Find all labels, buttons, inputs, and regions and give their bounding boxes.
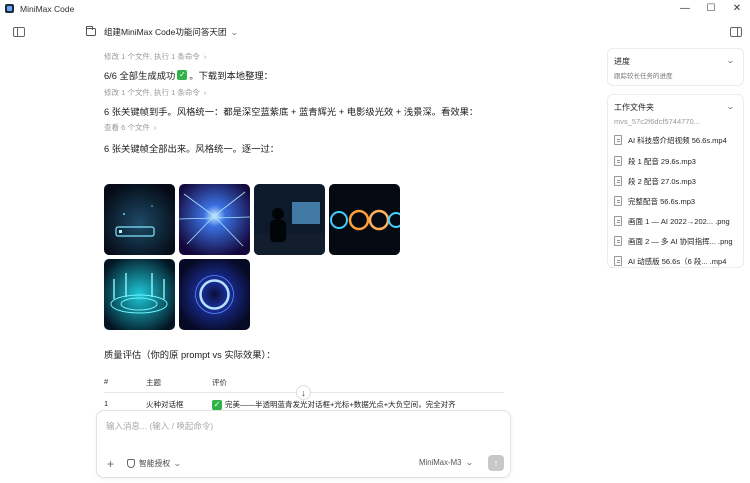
- tool-summary[interactable]: 修改 1 个文件, 执行 1 条命令 ›: [104, 50, 504, 62]
- image-thumbnail[interactable]: [179, 259, 250, 330]
- image-thumbnail[interactable]: [254, 184, 325, 255]
- chevron-down-icon[interactable]: ⌄: [726, 102, 735, 111]
- folder-icon: [86, 26, 96, 36]
- tool-summary[interactable]: 修改 1 个文件, 执行 1 条命令 ›: [104, 86, 504, 98]
- file-item[interactable]: 画面 2 — 多 AI 协同指挥... .png: [614, 233, 739, 249]
- add-attachment-button[interactable]: +: [107, 457, 114, 471]
- file-item[interactable]: 段 2 配音 27.0s.mp3: [614, 173, 739, 189]
- chevron-right-icon: ›: [203, 51, 207, 61]
- column-header: 主题: [146, 378, 161, 387]
- check-mark-icon: ✓: [212, 400, 222, 410]
- arrow-up-icon: ↑: [493, 458, 499, 468]
- title-bar: MiniMax Code — ☐ ✕: [0, 0, 750, 17]
- message-composer[interactable]: 输入消息... (输入 / 唤起命令) + 智能授权 ⌄ MiniMax-M3 …: [96, 410, 511, 478]
- image-thumbnail[interactable]: [104, 259, 175, 330]
- chat-transcript: 修改 1 个文件, 执行 1 条命令 › 6/6 全部生成成功 ✓ 。下载到本地整…: [104, 50, 504, 156]
- file-icon: [614, 256, 622, 266]
- assistant-message: 6/6 全部生成成功 ✓ 。下载到本地整理：: [104, 70, 273, 81]
- window-controls: — ☐ ✕: [672, 0, 750, 17]
- tool-summary[interactable]: 查看 6 个文件 ›: [104, 121, 504, 133]
- model-selector[interactable]: MiniMax-M3 ⌄: [419, 458, 475, 467]
- file-item[interactable]: 段 1 配音 29.6s.mp3: [614, 153, 739, 169]
- panel-subtitle: 跟踪较长任务的进度: [614, 73, 673, 80]
- progress-panel[interactable]: 进度 跟踪较长任务的进度 ⌄: [607, 48, 744, 86]
- maximize-icon[interactable]: ☐: [698, 0, 724, 17]
- file-item[interactable]: AI 动感版 56.6s（6 段... .mp4: [614, 253, 739, 269]
- permission-mode-selector[interactable]: 智能授权 ⌄: [127, 458, 182, 469]
- file-icon: [614, 176, 622, 186]
- shield-icon: [127, 459, 135, 468]
- chevron-right-icon: ›: [153, 122, 157, 132]
- chevron-down-icon[interactable]: ⌄: [726, 56, 735, 65]
- right-panel-toggle-icon[interactable]: [730, 27, 742, 37]
- table-cell: ✓ 完美——半透明蓝青发光对话框+光标+数据光点+大负空间，完全对齐: [212, 400, 456, 410]
- quality-heading: 质量评估（你的原 prompt vs 实际效果）：: [104, 350, 276, 360]
- file-icon: [614, 196, 622, 206]
- workspace-folder-panel: 工作文件夹 ⌄ mvs_57c2f6dcf5744770... AI 科技感介绍…: [607, 94, 744, 268]
- app-title: MiniMax Code: [20, 3, 75, 14]
- file-item[interactable]: 画面 1 — AI 2022→202... .png: [614, 213, 739, 229]
- file-item[interactable]: 完整配音 56.6s.mp3: [614, 193, 739, 209]
- file-item[interactable]: AI 科技感介绍视频 56.6s.mp4: [614, 132, 739, 148]
- file-icon: [614, 236, 622, 246]
- assistant-message: 6 张关键帧全部出来。风格统一。逐一过：: [104, 144, 280, 154]
- chevron-right-icon: ›: [203, 87, 207, 97]
- panel-title: 进度: [614, 57, 630, 66]
- send-button[interactable]: ↑: [488, 455, 504, 471]
- column-header: 评价: [212, 378, 227, 387]
- chevron-down-icon: ⌄: [173, 459, 182, 468]
- minimize-icon[interactable]: —: [672, 0, 698, 17]
- assistant-message: 6 张关键帧到手。风格统一：都是深空蓝紫底 + 蓝青辉光 + 电影级光效 + 浅…: [104, 107, 479, 117]
- app-logo-icon: [5, 4, 14, 13]
- conversation-title: 组建MiniMax Code功能问答天团: [104, 27, 227, 37]
- folder-path: mvs_57c2f6dcf5744770...: [614, 117, 700, 126]
- arrow-down-icon: ↓: [301, 387, 306, 398]
- table-cell: 1: [104, 399, 109, 408]
- image-thumbnail[interactable]: [179, 184, 250, 255]
- conversation-header[interactable]: 组建MiniMax Code功能问答天团 ⌄: [86, 25, 239, 39]
- image-thumbnail[interactable]: [104, 184, 175, 255]
- file-icon: [614, 216, 622, 226]
- check-mark-icon: ✓: [177, 70, 188, 80]
- panel-title: 工作文件夹: [614, 103, 654, 112]
- left-sidebar-toggle-icon[interactable]: [13, 27, 25, 37]
- scroll-to-bottom-button[interactable]: ↓: [296, 385, 311, 400]
- file-icon: [614, 135, 622, 145]
- column-header: #: [104, 377, 109, 386]
- chevron-down-icon: ⌄: [465, 458, 475, 467]
- file-icon: [614, 156, 622, 166]
- close-icon[interactable]: ✕: [724, 0, 750, 17]
- image-thumbnail[interactable]: [329, 184, 400, 255]
- table-cell: 火种对话框: [146, 400, 184, 409]
- chevron-down-icon[interactable]: ⌄: [230, 28, 239, 37]
- message-input[interactable]: 输入消息... (输入 / 唤起命令): [106, 420, 213, 432]
